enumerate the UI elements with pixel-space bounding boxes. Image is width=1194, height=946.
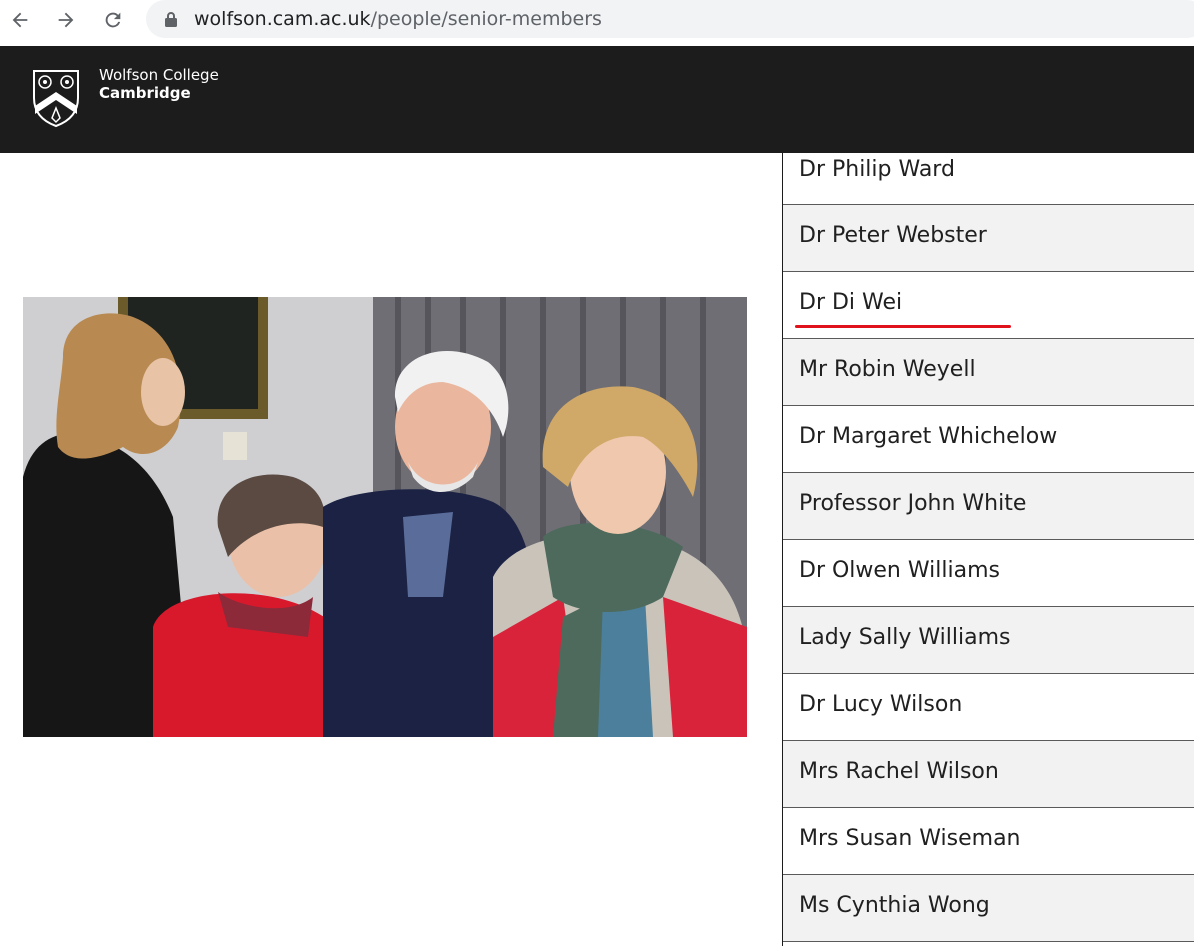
member-name: Lady Sally Williams [799, 625, 1011, 650]
reload-button[interactable] [97, 4, 129, 36]
lock-icon [165, 12, 177, 27]
event-photo [23, 297, 747, 737]
url-path: /people/senior-members [370, 8, 602, 30]
brand-logo-text[interactable]: Wolfson College Cambridge [99, 66, 219, 102]
member-item-rachel-wilson[interactable]: Mrs Rachel Wilson [783, 741, 1194, 808]
member-item-sally-williams[interactable]: Lady Sally Williams [783, 607, 1194, 674]
brand-line2: Cambridge [99, 84, 191, 102]
url-text: wolfson.cam.ac.uk/people/senior-members [194, 8, 602, 30]
back-button[interactable] [4, 4, 36, 36]
senior-members-list: Dr Philip Ward Dr Peter Webster Dr Di We… [782, 153, 1194, 946]
member-name: Mrs Susan Wiseman [799, 826, 1021, 851]
arrow-right-icon [58, 12, 74, 28]
member-name: Dr Peter Webster [799, 223, 987, 248]
member-item-cynthia-wong[interactable]: Ms Cynthia Wong [783, 875, 1194, 942]
member-name: Dr Di Wei [799, 290, 903, 315]
member-item-john-white[interactable]: Professor John White [783, 473, 1194, 540]
forward-button[interactable] [50, 4, 82, 36]
arrow-left-icon [12, 12, 28, 28]
address-bar[interactable]: wolfson.cam.ac.uk/people/senior-members [146, 0, 1194, 38]
browser-toolbar: wolfson.cam.ac.uk/people/senior-members [0, 0, 1194, 40]
member-name: Mr Robin Weyell [799, 357, 976, 382]
member-item-robin-weyell[interactable]: Mr Robin Weyell [783, 339, 1194, 406]
member-name: Dr Philip Ward [799, 157, 955, 182]
member-item-olwen-williams[interactable]: Dr Olwen Williams [783, 540, 1194, 607]
member-item-lucy-wilson[interactable]: Dr Lucy Wilson [783, 674, 1194, 741]
member-name: Dr Lucy Wilson [799, 692, 963, 717]
member-name: Professor John White [799, 491, 1027, 516]
member-name: Ms Cynthia Wong [799, 893, 990, 918]
member-name: Dr Margaret Whichelow [799, 424, 1058, 449]
member-item-philip-ward[interactable]: Dr Philip Ward [783, 153, 1194, 205]
highlight-underline [795, 325, 1011, 328]
url-domain: wolfson.cam.ac.uk [194, 8, 371, 30]
site-header: Wolfson College Cambridge [0, 46, 1194, 153]
member-item-susan-wiseman[interactable]: Mrs Susan Wiseman [783, 808, 1194, 875]
member-item-di-wei[interactable]: Dr Di Wei [783, 272, 1194, 339]
college-crest-icon[interactable] [31, 68, 81, 128]
member-item-margaret-whichelow[interactable]: Dr Margaret Whichelow [783, 406, 1194, 473]
brand-line1: Wolfson College [99, 66, 219, 84]
member-item-peter-webster[interactable]: Dr Peter Webster [783, 205, 1194, 272]
member-name: Mrs Rachel Wilson [799, 759, 999, 784]
reload-icon [105, 12, 121, 28]
member-name: Dr Olwen Williams [799, 558, 1000, 583]
